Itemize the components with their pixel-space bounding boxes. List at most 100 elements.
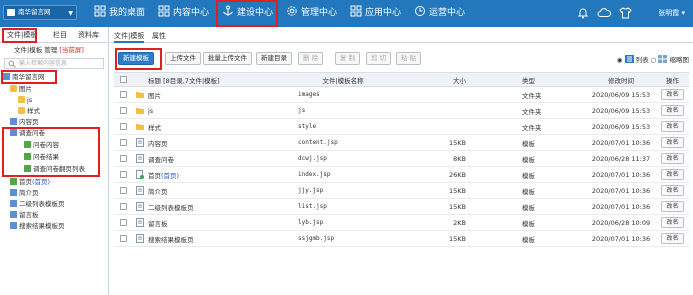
radio-list[interactable]: ◉ — [617, 56, 623, 64]
row-select-cell[interactable] — [114, 230, 132, 247]
rename-button[interactable]: 改名 — [661, 89, 684, 100]
manage-link[interactable]: 管理 — [44, 46, 57, 54]
select-all-cell[interactable] — [114, 72, 132, 87]
row-title-text[interactable]: 二级列表模板页 — [148, 204, 194, 212]
row-select-cell[interactable] — [114, 150, 132, 167]
delete-button[interactable]: 删 除 — [298, 52, 324, 65]
row-title[interactable]: 简介页 — [148, 182, 258, 199]
copy-button[interactable]: 复 制 — [335, 52, 361, 65]
shirt-icon[interactable] — [619, 7, 632, 19]
row-title[interactable]: 图片 — [148, 86, 258, 103]
nav-manage[interactable]: 管理中心 — [286, 0, 337, 27]
table-row[interactable]: 调查问卷 dcwj.jsp 8KB 模板 2020/06/28 11:37 改名 — [114, 150, 689, 167]
row-checkbox[interactable] — [119, 123, 127, 130]
table-row[interactable]: 简介页 jjy.jsp 15KB 模板 2020/07/01 10:36 改名 — [114, 182, 689, 199]
row-checkbox[interactable] — [119, 171, 127, 178]
row-checkbox[interactable] — [119, 187, 127, 194]
row-checkbox[interactable] — [119, 219, 127, 226]
paste-button[interactable]: 粘 贴 — [396, 52, 422, 65]
tree-item-intro[interactable]: 简介页 — [10, 188, 39, 198]
upload-file-button[interactable]: 上传文件 — [165, 52, 201, 65]
table-row[interactable]: 留言板 lyb.jsp 2KB 模板 2020/06/28 10:09 改名 — [114, 214, 689, 231]
bell-icon[interactable] — [577, 7, 589, 19]
table-row[interactable]: 搜索结果模板页 ssjgmb.jsp 15KB 模板 2020/07/01 10:36 改… — [114, 230, 689, 247]
tab-library[interactable]: 资料库 — [78, 30, 99, 40]
table-row[interactable]: 首页(首页) index.jsp 26KB 模板 2020/07/01 10:36 改名 — [114, 166, 689, 183]
row-checkbox[interactable] — [119, 155, 127, 162]
row-checkbox[interactable] — [119, 235, 127, 242]
site-selector[interactable]: 南华留言网 ▼ — [3, 5, 77, 20]
rename-button[interactable]: 改名 — [661, 137, 684, 148]
tree-item-home[interactable]: 首页(首页) — [10, 177, 50, 187]
row-checkbox[interactable] — [119, 139, 127, 146]
tree-item-list[interactable]: 二级列表模板页 — [10, 199, 65, 209]
col-type[interactable]: 类型 — [472, 72, 586, 87]
rename-button[interactable]: 改名 — [661, 201, 684, 212]
select-all-checkbox[interactable] — [119, 76, 127, 83]
rename-button[interactable]: 改名 — [661, 169, 684, 180]
row-checkbox[interactable] — [119, 107, 127, 114]
row-title-text[interactable]: 样式 — [148, 124, 161, 132]
row-title-text[interactable]: js — [148, 107, 153, 115]
row-title[interactable]: 二级列表模板页 — [148, 198, 258, 215]
row-title-text[interactable]: 搜索结果模板页 — [148, 236, 194, 244]
user-menu[interactable]: 张明霞 ▾ — [658, 0, 685, 27]
nav-apps[interactable]: 应用中心 — [350, 0, 401, 27]
rename-button[interactable]: 改名 — [661, 153, 684, 164]
row-select-cell[interactable] — [114, 118, 132, 135]
row-title[interactable]: 调查问卷 — [148, 150, 258, 167]
nav-desktop[interactable]: 我的桌面 — [94, 0, 145, 27]
col-name[interactable]: 文件|模板名称 — [258, 72, 428, 87]
table-row[interactable]: js js 文件夹 2020/06/09 15:53 改名 — [114, 102, 689, 119]
col-modified[interactable]: 修改时间 — [586, 72, 656, 87]
tab-column[interactable]: 栏目 — [53, 30, 67, 40]
table-row[interactable]: 二级列表模板页 list.jsp 15KB 模板 2020/07/01 10:36 改名 — [114, 198, 689, 215]
nav-content[interactable]: 内容中心 — [158, 0, 209, 27]
row-title[interactable]: 搜索结果模板页 — [148, 230, 258, 247]
rename-button[interactable]: 改名 — [661, 185, 684, 196]
table-row[interactable]: 样式 style 文件夹 2020/06/09 15:53 改名 — [114, 118, 689, 135]
rename-button[interactable]: 改名 — [661, 233, 684, 244]
row-select-cell[interactable] — [114, 86, 132, 103]
rename-button[interactable]: 改名 — [661, 217, 684, 228]
tree-item-guestbook[interactable]: 留言板 — [10, 210, 39, 220]
tree-search-input[interactable]: 输入检索内容信息 — [4, 58, 104, 69]
row-title-text[interactable]: 留言板 — [148, 220, 168, 228]
rename-button[interactable]: 改名 — [661, 121, 684, 132]
tab-properties[interactable]: 属性 — [152, 31, 166, 41]
radio-thumb[interactable]: ○ — [651, 56, 657, 64]
table-row[interactable]: 内容页 content.jsp 15KB 模板 2020/07/01 10:36 改名 — [114, 134, 689, 151]
tree-item-content[interactable]: 内容页 — [10, 117, 39, 127]
row-checkbox[interactable] — [119, 203, 127, 210]
tab-files[interactable]: 文件|模板 — [114, 31, 145, 43]
nav-ops[interactable]: 运营中心 — [414, 0, 465, 27]
row-title-text[interactable]: 首页 — [148, 172, 161, 180]
col-title[interactable]: 标题 [8目录,7文件|模板] — [148, 72, 258, 87]
row-title-text[interactable]: 简介页 — [148, 188, 168, 196]
cloud-icon[interactable] — [597, 7, 611, 19]
row-title[interactable]: 留言板 — [148, 214, 258, 231]
row-title-text[interactable]: 调查问卷 — [148, 156, 174, 164]
tree-item-search-result[interactable]: 搜索结果模板页 — [10, 221, 65, 231]
row-checkbox[interactable] — [119, 91, 127, 98]
cut-button[interactable]: 剪 切 — [366, 52, 392, 65]
row-title[interactable]: 样式 — [148, 118, 258, 135]
table-row[interactable]: 图片 images 文件夹 2020/06/09 15:53 改名 — [114, 86, 689, 103]
new-folder-button[interactable]: 新建目录 — [256, 52, 292, 65]
batch-upload-button[interactable]: 批量上传文件 — [203, 52, 252, 65]
row-title[interactable]: 首页(首页) — [148, 166, 258, 183]
row-title-text[interactable]: 内容页 — [148, 140, 168, 148]
row-title[interactable]: js — [148, 102, 258, 119]
row-select-cell[interactable] — [114, 198, 132, 215]
tree-item-style[interactable]: 样式 — [18, 106, 40, 116]
row-title-text[interactable]: 图片 — [148, 92, 161, 100]
row-select-cell[interactable] — [114, 182, 132, 199]
row-select-cell[interactable] — [114, 102, 132, 119]
row-select-cell[interactable] — [114, 134, 132, 151]
current-screen-link[interactable]: [当前屏] — [59, 46, 84, 54]
row-select-cell[interactable] — [114, 166, 132, 183]
tree-item-images[interactable]: 图片 — [10, 84, 32, 94]
tree-item-js[interactable]: js — [18, 95, 32, 105]
rename-button[interactable]: 改名 — [661, 105, 684, 116]
col-size[interactable]: 大小 — [428, 72, 472, 87]
